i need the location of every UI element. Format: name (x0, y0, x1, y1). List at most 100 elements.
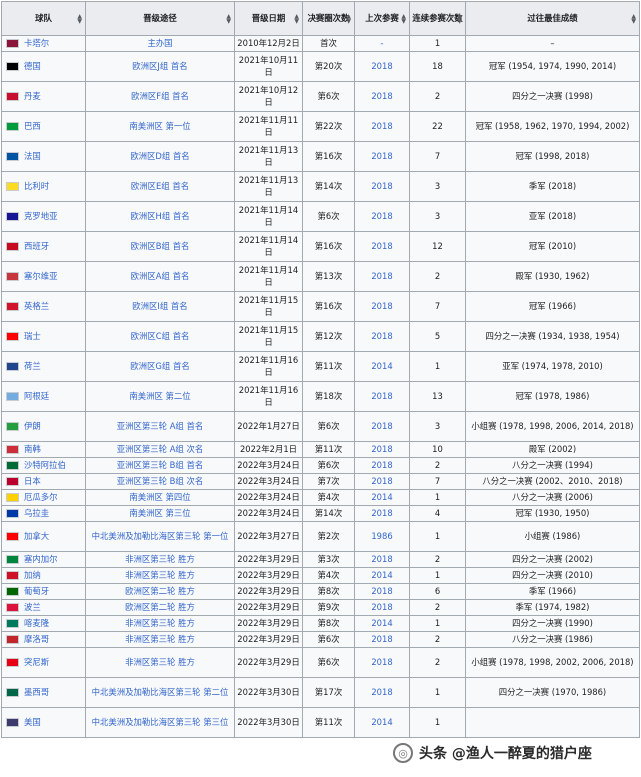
sort-icon[interactable]: ▲ ▼ (457, 13, 462, 24)
column-header-appearances[interactable]: 决赛圈次数 ▲ ▼ (302, 1, 355, 36)
route-link[interactable]: 南美洲区 第四位 (129, 492, 190, 502)
last-appearance-link[interactable]: 2018 (371, 331, 392, 341)
last-appearance-link[interactable]: 2018 (371, 586, 392, 596)
route-link[interactable]: 亚洲区第三轮 B组 次名 (117, 476, 203, 486)
last-appearance-link[interactable]: 2018 (371, 301, 392, 311)
last-appearance-link[interactable]: 2018 (371, 657, 392, 667)
route-link[interactable]: 欧洲区H组 首名 (130, 211, 189, 221)
team-link[interactable]: 墨西哥 (24, 687, 49, 697)
last-appearance-link[interactable]: 2014 (371, 492, 392, 502)
route-link[interactable]: 中北美洲及加勒比海区第三轮 第三位 (92, 717, 229, 727)
team-link[interactable]: 丹麦 (24, 91, 41, 101)
team-link[interactable]: 卡塔尔 (24, 38, 49, 48)
team-link[interactable]: 厄瓜多尔 (24, 492, 58, 502)
last-appearance-link[interactable]: 2014 (371, 618, 392, 628)
team-link[interactable]: 法国 (24, 151, 41, 161)
route-link[interactable]: 欧洲区B组 首名 (131, 241, 190, 251)
route-link[interactable]: 南美洲区 第一位 (129, 121, 190, 131)
sort-icon[interactable]: ▲ ▼ (631, 13, 636, 24)
team-link[interactable]: 喀麦隆 (24, 618, 49, 628)
team-link[interactable]: 沙特阿拉伯 (24, 460, 66, 470)
route-link[interactable]: 非洲区第三轮 胜方 (125, 554, 195, 564)
column-header-date[interactable]: 晋级日期 ▲ ▼ (234, 1, 303, 36)
route-link[interactable]: 亚洲区第三轮 A组 首名 (117, 421, 203, 431)
sort-icon[interactable]: ▲ ▼ (77, 13, 82, 24)
route-link[interactable]: 非洲区第三轮 胜方 (125, 618, 195, 628)
team-link[interactable]: 美国 (24, 717, 41, 727)
team-link[interactable]: 加拿大 (24, 531, 49, 541)
column-header-team[interactable]: 球队 ▲ ▼ (1, 1, 86, 36)
last-appearance-link[interactable]: 2018 (371, 444, 392, 454)
route-link[interactable]: 非洲区第三轮 胜方 (125, 570, 195, 580)
last-appearance-link[interactable]: 2018 (371, 391, 392, 401)
sort-icon[interactable]: ▲ ▼ (346, 13, 351, 24)
team-link[interactable]: 摩洛哥 (24, 634, 49, 644)
sort-icon[interactable]: ▲ ▼ (294, 13, 299, 24)
team-link[interactable]: 加纳 (24, 570, 41, 580)
team-link[interactable]: 葡萄牙 (24, 586, 49, 596)
last-appearance-link[interactable]: 2018 (371, 91, 392, 101)
team-link[interactable]: 瑞士 (24, 331, 41, 341)
last-appearance-link[interactable]: 2018 (371, 476, 392, 486)
last-appearance-link[interactable]: 2018 (371, 460, 392, 470)
last-appearance-link[interactable]: 2014 (371, 361, 392, 371)
team-link[interactable]: 阿根廷 (24, 391, 49, 401)
last-appearance-link[interactable]: 2018 (371, 181, 392, 191)
last-appearance-link[interactable]: 2018 (371, 554, 392, 564)
team-link[interactable]: 德国 (24, 61, 41, 71)
last-appearance-link[interactable]: 2018 (371, 211, 392, 221)
route-link[interactable]: 欧洲区E组 首名 (131, 181, 189, 191)
route-link[interactable]: 中北美洲及加勒比海区第三轮 第一位 (92, 531, 229, 541)
route-link[interactable]: 欧洲区I组 首名 (132, 301, 187, 311)
last-appearance-link[interactable]: 2018 (371, 508, 392, 518)
last-appearance-link[interactable]: 2014 (371, 717, 392, 727)
team-link[interactable]: 克罗地亚 (24, 211, 58, 221)
sort-icon[interactable]: ▲ ▼ (401, 13, 406, 24)
team-link[interactable]: 日本 (24, 476, 41, 486)
route-link[interactable]: 亚洲区第三轮 A组 次名 (117, 444, 203, 454)
last-appearance-link[interactable]: 2018 (371, 271, 392, 281)
team-link[interactable]: 比利时 (24, 181, 49, 191)
route-link[interactable]: 欧洲区F组 首名 (131, 91, 189, 101)
team-link[interactable]: 乌拉圭 (24, 508, 49, 518)
team-link[interactable]: 南韩 (24, 444, 41, 454)
sort-icon[interactable]: ▲ ▼ (226, 13, 231, 24)
team-link[interactable]: 伊朗 (24, 421, 41, 431)
route-link[interactable]: 欧洲区J组 首名 (132, 61, 187, 71)
route-link[interactable]: 欧洲区第二轮 胜方 (125, 602, 195, 612)
last-appearance-link[interactable]: 2018 (371, 151, 392, 161)
route-link[interactable]: 欧洲区D组 首名 (130, 151, 189, 161)
column-header-streak[interactable]: 连续参赛次数 ▲ ▼ (409, 1, 466, 36)
route-link[interactable]: 非洲区第三轮 胜方 (125, 634, 195, 644)
route-link[interactable]: 亚洲区第三轮 B组 首名 (117, 460, 203, 470)
last-appearance-link[interactable]: 2014 (371, 570, 392, 580)
route-link[interactable]: 欧洲区A组 首名 (131, 271, 190, 281)
route-link[interactable]: 南美洲区 第三位 (129, 508, 190, 518)
team-link[interactable]: 英格兰 (24, 301, 49, 311)
route-link[interactable]: 主办国 (147, 38, 172, 48)
team-link[interactable]: 波兰 (24, 602, 41, 612)
last-appearance-link[interactable]: 2018 (371, 634, 392, 644)
last-appearance-link[interactable]: 2018 (371, 602, 392, 612)
team-link[interactable]: 西班牙 (24, 241, 49, 251)
team-link[interactable]: 塞尔维亚 (24, 271, 58, 281)
last-appearance-link[interactable]: 2018 (371, 421, 392, 431)
last-appearance-link[interactable]: 1986 (371, 531, 392, 541)
last-appearance-link[interactable]: 2018 (371, 241, 392, 251)
team-link[interactable]: 巴西 (24, 121, 41, 131)
last-appearance-link[interactable]: 2018 (371, 121, 392, 131)
route-link[interactable]: 欧洲区G组 首名 (130, 361, 189, 371)
column-header-last[interactable]: 上次参赛 ▲ ▼ (354, 1, 410, 36)
route-link[interactable]: 南美洲区 第二位 (129, 391, 190, 401)
last-appearance-link[interactable]: 2018 (371, 61, 392, 71)
last-appearance-link[interactable]: 2018 (371, 687, 392, 697)
last-appearance-link[interactable]: - (380, 38, 383, 48)
column-header-route[interactable]: 晋级途径 ▲ ▼ (85, 1, 235, 36)
route-link[interactable]: 非洲区第三轮 胜方 (125, 657, 195, 667)
team-link[interactable]: 荷兰 (24, 361, 41, 371)
route-link[interactable]: 欧洲区第二轮 胜方 (125, 586, 195, 596)
team-link[interactable]: 塞内加尔 (24, 554, 58, 564)
column-header-best[interactable]: 过往最佳成绩 ▲ ▼ (465, 1, 640, 36)
route-link[interactable]: 欧洲区C组 首名 (131, 331, 190, 341)
route-link[interactable]: 中北美洲及加勒比海区第三轮 第二位 (92, 687, 229, 697)
